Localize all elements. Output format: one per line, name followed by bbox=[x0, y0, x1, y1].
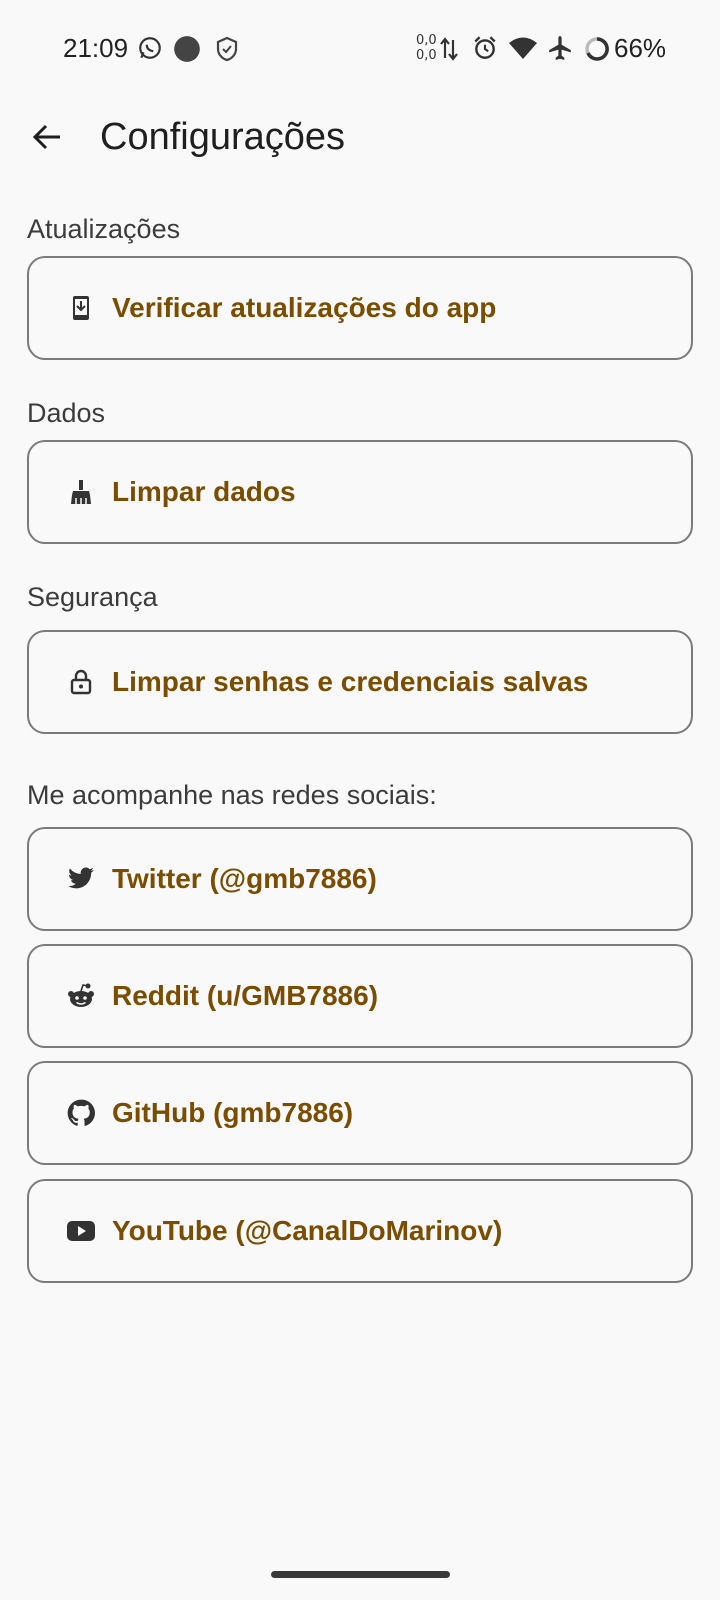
reddit-link[interactable]: Reddit (u/GMB7886) bbox=[27, 944, 693, 1048]
reddit-label: Reddit (u/GMB7886) bbox=[112, 980, 379, 1011]
clear-data-button[interactable]: Limpar dados bbox=[27, 440, 693, 544]
app-bar: Configurações bbox=[0, 96, 720, 186]
github-link[interactable]: GitHub (gmb7886) bbox=[27, 1061, 693, 1165]
shield-icon bbox=[215, 36, 239, 67]
broom-icon bbox=[67, 478, 95, 506]
youtube-label: YouTube (@CanalDoMarinov) bbox=[112, 1215, 503, 1246]
twitter-icon bbox=[67, 865, 95, 893]
status-time: 21:09 bbox=[63, 33, 129, 63]
back-button[interactable] bbox=[22, 114, 72, 164]
clear-passwords-label: Limpar senhas e credenciais salvas bbox=[112, 666, 589, 697]
check-updates-label: Verificar atualizações do app bbox=[112, 292, 497, 323]
network-speed: 0,0 0,0 bbox=[416, 33, 437, 63]
wifi-icon bbox=[508, 36, 538, 65]
arrow-back-icon bbox=[32, 123, 62, 156]
twitter-label: Twitter (@gmb7886) bbox=[112, 863, 377, 894]
youtube-icon bbox=[67, 1217, 95, 1245]
clear-passwords-button[interactable]: Limpar senhas e credenciais salvas bbox=[27, 630, 693, 734]
net-down-value: 0,0 bbox=[416, 48, 437, 63]
check-updates-button[interactable]: Verificar atualizações do app bbox=[27, 256, 693, 360]
twitter-link[interactable]: Twitter (@gmb7886) bbox=[27, 827, 693, 931]
status-bar: 21:09 0,0 0,0 66% bbox=[0, 0, 720, 96]
whatsapp-icon bbox=[137, 35, 163, 66]
airplane-icon bbox=[547, 35, 573, 66]
net-up-value: 0,0 bbox=[416, 33, 437, 48]
data-arrows-icon bbox=[440, 36, 458, 67]
battery-ring-icon bbox=[584, 36, 610, 67]
system-update-icon bbox=[67, 294, 95, 322]
github-icon bbox=[67, 1099, 95, 1127]
section-label-social: Me acompanhe nas redes sociais: bbox=[27, 780, 437, 810]
page-title: Configurações bbox=[100, 116, 346, 158]
youtube-link[interactable]: YouTube (@CanalDoMarinov) bbox=[27, 1179, 693, 1283]
battery-level: 66% bbox=[614, 33, 667, 63]
github-label: GitHub (gmb7886) bbox=[112, 1097, 354, 1128]
clear-data-label: Limpar dados bbox=[112, 476, 296, 507]
section-label-updates: Atualizações bbox=[27, 214, 181, 244]
dot-icon bbox=[173, 35, 201, 68]
section-label-security: Segurança bbox=[27, 582, 158, 612]
lock-icon bbox=[67, 668, 95, 696]
gesture-nav-handle[interactable] bbox=[271, 1571, 450, 1578]
reddit-icon bbox=[67, 982, 95, 1010]
section-label-data: Dados bbox=[27, 398, 106, 428]
alarm-icon bbox=[472, 35, 498, 66]
